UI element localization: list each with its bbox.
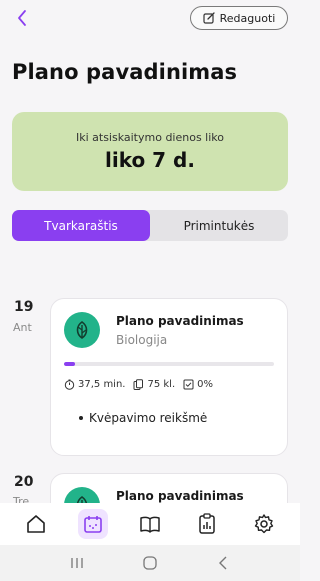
settings-icon [254, 514, 273, 534]
view-tabs: Tvarkaraštis Primintukės [12, 210, 288, 241]
nav-stats[interactable] [192, 509, 222, 539]
entry-day: 19 [14, 299, 34, 315]
card-title: Plano pavadinimas [116, 314, 244, 328]
book-icon [140, 516, 160, 533]
percent-value: 0% [197, 379, 214, 390]
nav-home[interactable] [21, 509, 51, 539]
system-nav-bar [0, 545, 300, 581]
home-circle-icon [143, 556, 157, 570]
bullet-dot [79, 416, 83, 420]
subject-icon-badge [64, 312, 100, 348]
checklist-icon [183, 379, 194, 390]
progress-bar [64, 362, 274, 366]
leaf-icon [76, 321, 88, 339]
topic-label: Kvėpavimo reikšmė [89, 411, 208, 425]
questions-value: 75 kl. [147, 379, 176, 390]
tab-schedule[interactable]: Tvarkaraštis [12, 210, 150, 241]
card-title: Plano pavadinimas [116, 489, 244, 503]
countdown-label: Iki atsiskaitymo dienos liko [75, 131, 225, 144]
nav-library[interactable] [135, 509, 165, 539]
bottom-nav [0, 503, 300, 545]
duration-stat: 37,5 min. [64, 379, 125, 390]
home-system-button[interactable] [140, 553, 160, 573]
cards-icon [133, 379, 144, 390]
progress-fill [64, 362, 75, 366]
duration-value: 37,5 min. [78, 379, 126, 390]
chevron-left-icon [18, 10, 26, 26]
nav-settings[interactable] [249, 509, 279, 539]
recent-apps-button[interactable] [67, 553, 87, 573]
edit-button-label: Redaguoti [219, 11, 276, 25]
countdown-value: liko 7 d. [105, 148, 195, 172]
calendar-icon [84, 516, 102, 533]
edit-button[interactable]: Redaguoti [190, 6, 288, 30]
recents-icon [71, 558, 83, 568]
back-button[interactable] [10, 6, 34, 30]
back-system-button[interactable] [213, 553, 233, 573]
edit-icon [203, 12, 215, 24]
card-subject: Biologija [116, 333, 168, 347]
page-title: Plano pavadinimas [12, 60, 238, 84]
app-screen: Redaguoti Plano pavadinimas Iki atsiskai… [0, 0, 300, 581]
topic-item: Kvėpavimo reikšmė [79, 411, 207, 425]
plan-card[interactable]: Plano pavadinimas Biologija 37,5 min. 75… [50, 298, 288, 456]
home-icon [27, 515, 46, 533]
entry-weekday: Ant [13, 321, 32, 334]
questions-stat: 75 kl. [133, 379, 175, 390]
countdown-card: Iki atsiskaitymo dienos liko liko 7 d. [12, 112, 288, 191]
back-arrow-icon [219, 556, 227, 570]
tab-reminders[interactable]: Primintukės [150, 210, 288, 241]
card-stats: 37,5 min. 75 kl. 0% [64, 379, 213, 390]
percent-stat: 0% [183, 379, 213, 390]
nav-calendar[interactable] [78, 509, 109, 539]
timer-icon [64, 379, 75, 390]
stats-icon [199, 513, 215, 534]
entry-day: 20 [14, 474, 34, 490]
